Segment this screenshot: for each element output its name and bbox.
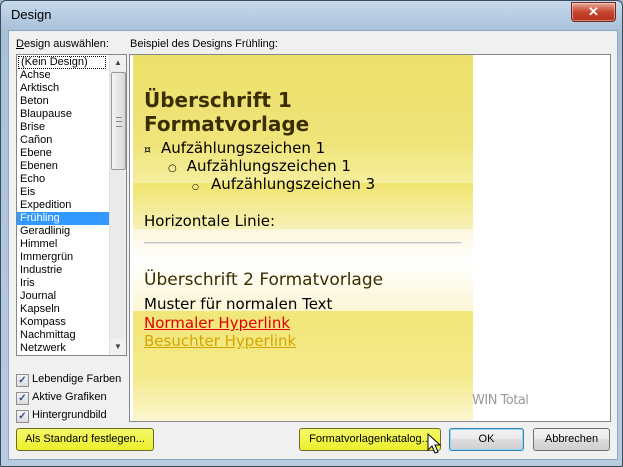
bullet1-icon: ¤ (144, 143, 151, 156)
list-item[interactable]: (Kein Design) (18, 56, 106, 69)
ok-button[interactable]: OK (449, 428, 524, 451)
design-preview: Überschrift 1 Formatvorlage ¤ Aufzählungs… (129, 54, 611, 422)
title-bar[interactable]: Design ✕ (1, 1, 622, 29)
dialog-body: Design auswählen: Beispiel des Designs F… (8, 30, 618, 460)
heading1-line2: Formatvorlage (144, 112, 310, 136)
horizontal-line-label: Horizontale Linie: (144, 212, 276, 230)
bullet1-text: Aufzählungszeichen 1 (161, 139, 326, 157)
grip-icon (116, 117, 122, 127)
checkbox-icon[interactable]: ✓ (16, 392, 29, 405)
bullet2-text: Aufzählungszeichen 1 (186, 157, 351, 175)
checkbox-label: Hintergrundbild (32, 409, 107, 421)
scroll-up-icon[interactable]: ▲ (110, 55, 126, 71)
design-list-label: Design auswählen: (16, 38, 109, 50)
bullet3-icon: ○ (192, 182, 199, 191)
set-default-button[interactable]: Als Standard festlegen... (16, 428, 154, 451)
preview-label: Beispiel des Designs Frühling: (130, 38, 278, 50)
checkbox-label: Lebendige Farben (32, 373, 122, 385)
visited-hyperlink-sample[interactable]: Besuchter Hyperlink (144, 332, 296, 350)
close-icon: ✕ (588, 4, 599, 19)
mnemonic-letter: D (16, 38, 24, 50)
style-catalog-button[interactable]: Formatvorlagenkatalog... (299, 428, 441, 451)
bullet-level3: ○ Aufzählungszeichen 3 (192, 175, 375, 193)
design-listbox[interactable]: (Kein Design) Achse Arktisch Beton Blaupause… (16, 54, 127, 356)
checkbox-icon[interactable]: ✓ (16, 374, 29, 387)
watermark-logo: WIN Total (472, 393, 529, 408)
heading1-line1: Überschrift 1 (144, 88, 292, 112)
horizontal-rule (144, 242, 461, 244)
bullet-level2: ○ Aufzählungszeichen 1 (168, 157, 351, 175)
bullet3-text: Aufzählungszeichen 3 (210, 175, 376, 193)
bullet-level1: ¤ Aufzählungszeichen 1 (144, 139, 325, 157)
list-scrollbar[interactable]: ▲ ▼ (109, 55, 126, 355)
checkbox-label: Aktive Grafiken (32, 391, 107, 403)
scroll-down-icon[interactable]: ▼ (110, 339, 126, 355)
close-button[interactable]: ✕ (571, 2, 616, 22)
checkbox-icon[interactable]: ✓ (16, 410, 29, 423)
hyperlink-sample[interactable]: Normaler Hyperlink (144, 314, 290, 332)
scroll-thumb[interactable] (111, 72, 126, 170)
label-rest: esign auswählen: (23, 38, 109, 50)
normal-text: Muster für normalen Text (144, 295, 333, 313)
cancel-button[interactable]: Abbrechen (533, 428, 610, 451)
heading2: Überschrift 2 Formatvorlage (144, 270, 384, 290)
mouse-cursor-icon (427, 433, 442, 454)
design-dialog: Design ✕ Design auswählen: Beispiel des … (0, 0, 623, 467)
bullet2-icon: ○ (168, 163, 177, 174)
window-title: Design (11, 7, 52, 22)
